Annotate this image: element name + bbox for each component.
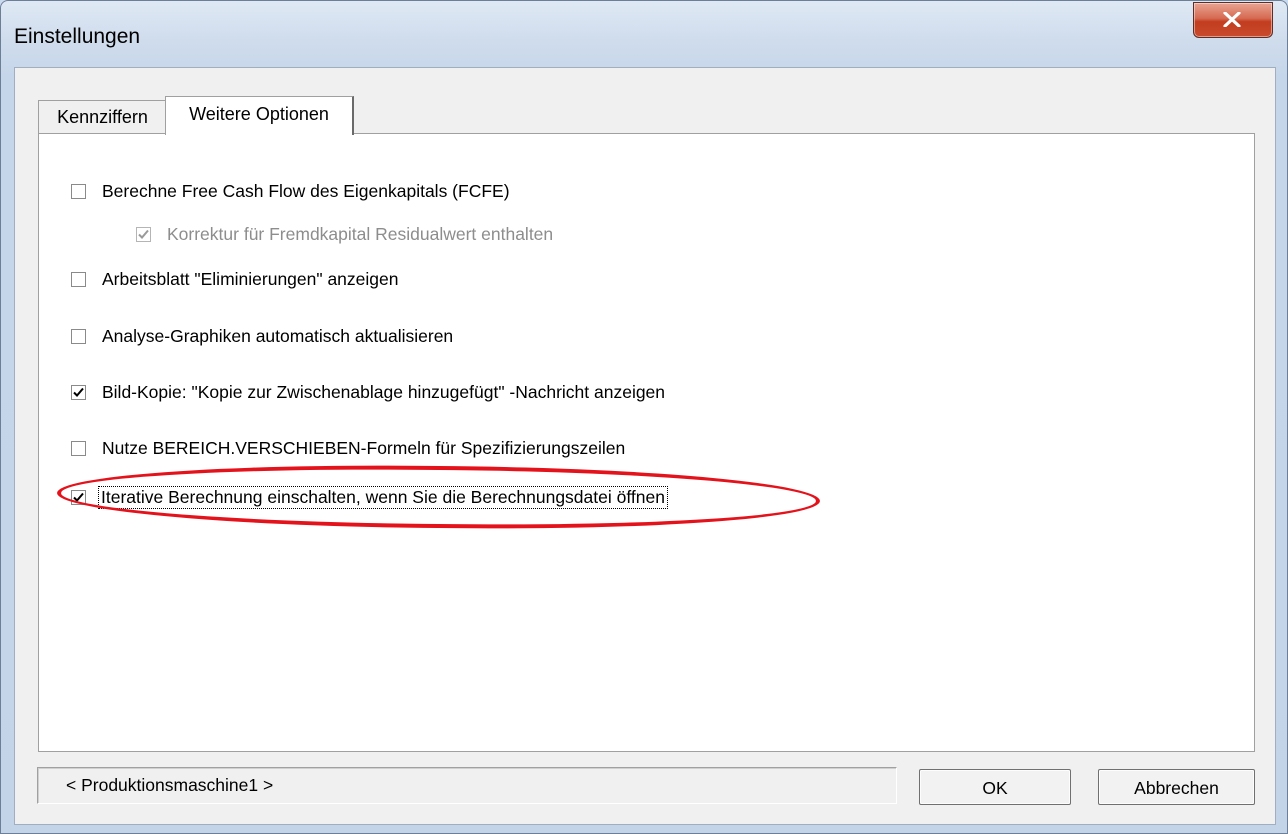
options-panel: Berechne Free Cash Flow des Eigenkapital… xyxy=(38,133,1255,752)
checkbox-bereich-verschieben[interactable] xyxy=(71,441,86,456)
option-bereich-verschieben-label: Nutze BEREICH.VERSCHIEBEN-Formeln für Sp… xyxy=(102,438,626,458)
option-bild-kopie-label: Bild-Kopie: "Kopie zur Zwischenablage hi… xyxy=(102,382,666,402)
option-iterative-berechnung-label: Iterative Berechnung einschalten, wenn S… xyxy=(98,486,668,509)
option-fcfe-label: Berechne Free Cash Flow des Eigenkapital… xyxy=(102,181,510,201)
option-korrektur-label: Korrektur für Fremdkapital Residualwert … xyxy=(167,224,554,244)
checkbox-bild-kopie[interactable] xyxy=(71,385,86,400)
cancel-button[interactable]: Abbrechen xyxy=(1098,769,1255,805)
settings-dialog: Einstellungen Kennziffern Weitere Option… xyxy=(0,0,1288,834)
checkmark-icon xyxy=(73,492,84,502)
status-field: < Produktionsmaschine1 > xyxy=(37,767,897,804)
close-icon xyxy=(1223,12,1241,27)
tab-kennziffern[interactable]: Kennziffern xyxy=(38,100,167,134)
dialog-client: Kennziffern Weitere Optionen Berechne Fr… xyxy=(14,67,1276,825)
checkbox-eliminierungen[interactable] xyxy=(71,272,86,287)
window-title: Einstellungen xyxy=(14,25,141,48)
option-eliminierungen-label: Arbeitsblatt "Eliminierungen" anzeigen xyxy=(102,269,399,289)
close-button[interactable] xyxy=(1193,2,1273,38)
checkbox-iterative-berechnung[interactable] xyxy=(71,490,86,505)
checkmark-icon xyxy=(138,229,149,239)
option-analyse-graphiken-label: Analyse-Graphiken automatisch aktualisie… xyxy=(102,326,454,346)
checkmark-icon xyxy=(73,387,84,397)
tab-weitere-optionen[interactable]: Weitere Optionen xyxy=(165,96,354,135)
checkbox-korrektur xyxy=(136,227,151,242)
checkbox-analyse-graphiken[interactable] xyxy=(71,329,86,344)
ok-button[interactable]: OK xyxy=(919,769,1071,805)
checkbox-fcfe[interactable] xyxy=(71,184,86,199)
